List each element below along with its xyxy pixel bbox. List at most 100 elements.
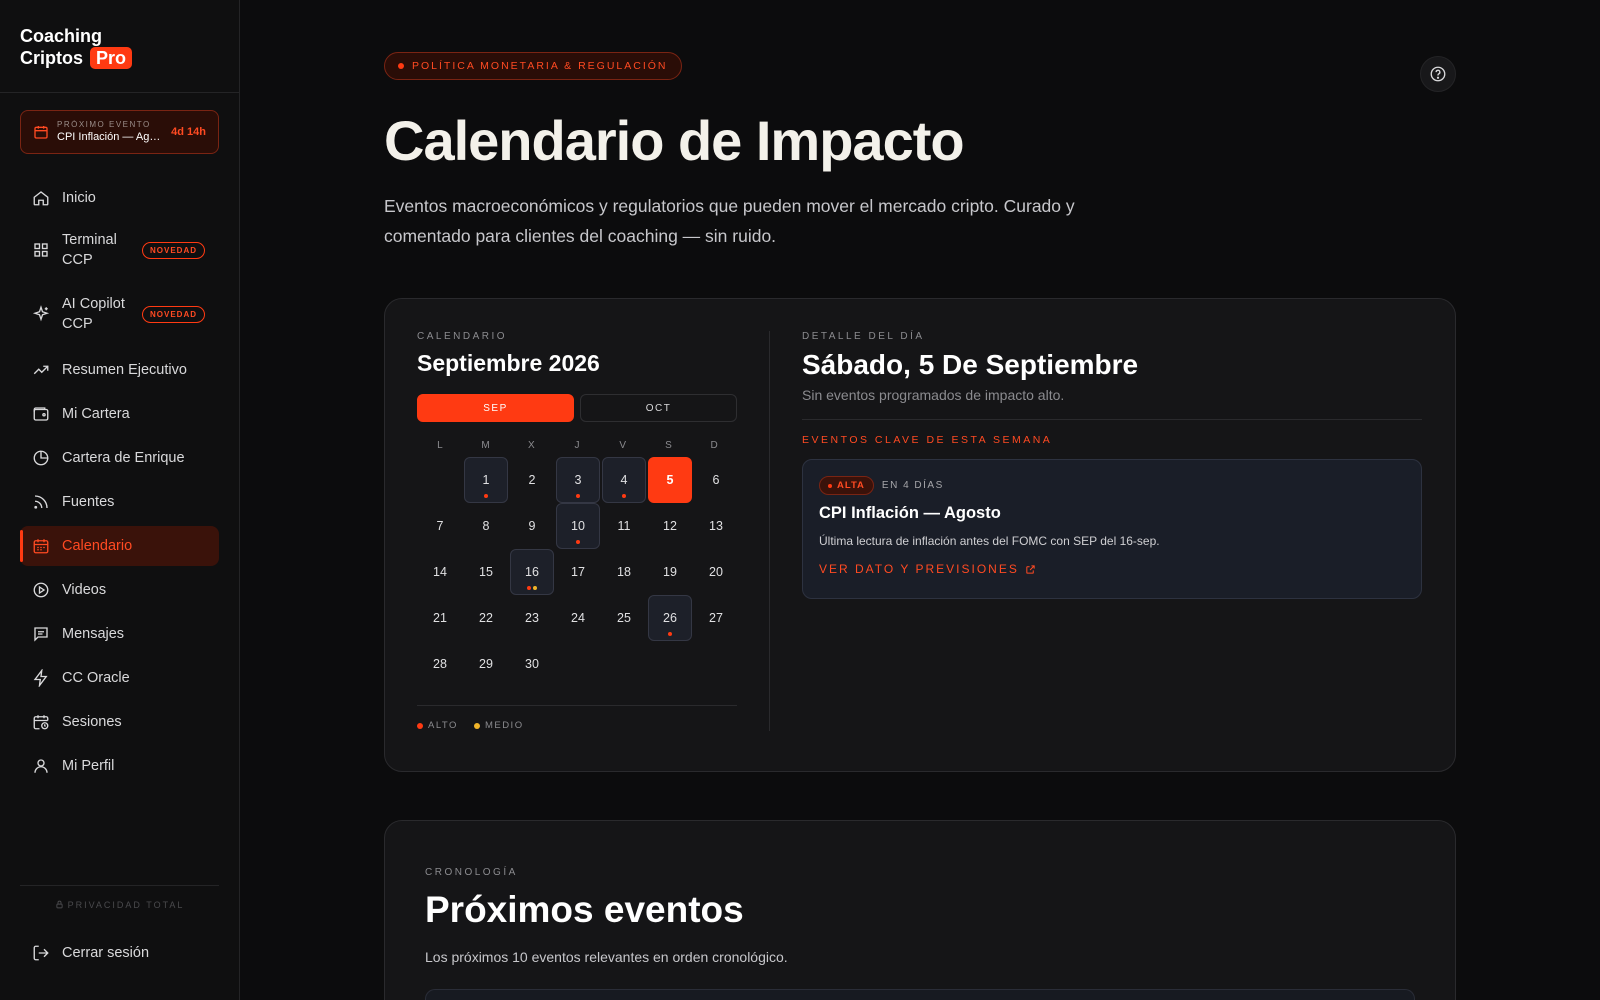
event-dots [557,494,599,498]
lock-icon [55,900,63,909]
weekday-label: L [437,440,443,451]
calendar-day-number: 9 [528,519,536,533]
calendar-day[interactable]: 12 [648,503,692,549]
calendar-day[interactable]: 29 [464,641,508,687]
category-pill: POLÍTICA MONETARIA & REGULACIÓN [384,52,682,80]
calendar-day[interactable]: 15 [464,549,508,595]
sidebar-item-label: AI Copilot CCP [62,296,125,332]
calendar-day[interactable]: 11 [602,503,646,549]
event-dots [465,494,507,498]
calendar-day-number: 16 [525,565,539,579]
message-icon [34,627,48,642]
sidebar-item-inicio[interactable]: Inicio [20,178,219,218]
grid-icon [34,243,48,257]
zap-icon [33,669,48,687]
play-circle-icon [33,582,49,598]
weekday-label: M [481,440,490,451]
logout-button[interactable]: Cerrar sesión [32,944,149,962]
sidebar-item-label: Cartera de Enrique [62,450,185,466]
calendar-day-number: 26 [663,611,677,625]
calendar-day[interactable]: 20 [694,549,738,595]
calendar-day[interactable]: 18 [602,549,646,595]
calendar-day-number: 14 [433,565,447,579]
legend-dot [473,722,480,729]
sidebar-item-terminal-ccp[interactable]: Terminal CCP NOVEDAD [20,222,219,278]
calendar-day[interactable]: 10 [556,503,600,549]
weekday-label: V [619,440,627,451]
event-title: CPI Inflación — Agosto [819,504,1001,522]
event-card[interactable]: ALTA EN 4 DÍAS CPI Inflación — Agosto Úl… [802,459,1422,599]
calendar-day[interactable]: 23 [510,595,554,641]
impact-label: ALTA [837,480,865,491]
next-event-countdown: 4d 14h [171,126,206,138]
calendar-day[interactable]: 1 [464,457,508,503]
next-event-name: CPI Inflación — Agosto [57,131,166,143]
calendar-card: CALENDARIO Septiembre 2026 SEP OCT L M X J V… [384,298,1456,772]
calendar-day[interactable]: 4 [602,457,646,503]
calendar-day-number: 1 [482,473,490,487]
tab-sep[interactable]: SEP [417,394,574,422]
calendar-day[interactable]: 21 [418,595,462,641]
detail-empty-message: Sin eventos programados de impacto alto. [802,387,1422,420]
calendar-day[interactable]: 19 [648,549,692,595]
sidebar-item-cc-oracle[interactable]: CC Oracle [20,658,219,698]
calendar-icon [34,126,48,139]
calendar-day[interactable]: 6 [694,457,738,503]
external-link-icon [1026,564,1035,574]
calendar-day-number: 18 [617,565,631,579]
calendar-day[interactable]: 14 [418,549,462,595]
tab-oct[interactable]: OCT [580,394,737,422]
sidebar-item-sesiones[interactable]: Sesiones [20,702,219,742]
sidebar-divider [0,92,239,93]
event-link[interactable]: VER DATO Y PREVISIONES [819,562,1405,576]
event-dots [603,494,645,498]
help-button[interactable] [1420,56,1456,92]
sidebar-item-mi-cartera[interactable]: Mi Cartera [20,394,219,434]
weekday-label: D [710,440,718,451]
upcoming-list [425,989,1415,1000]
calendar-day[interactable]: 24 [556,595,600,641]
calendar-day[interactable]: 25 [602,595,646,641]
sidebar-item-videos[interactable]: Videos [20,570,219,610]
calendar-day[interactable]: 8 [464,503,508,549]
calendar-day[interactable]: 26 [648,595,692,641]
calendar-day[interactable]: 7 [418,503,462,549]
brand-logo[interactable]: Coaching Criptos Pro [20,25,133,69]
calendar-day[interactable]: 22 [464,595,508,641]
calendar-day[interactable]: 30 [510,641,554,687]
calendar-day-number: 8 [482,519,490,533]
pro-badge: Pro [90,47,133,69]
sidebar-item-cartera-enrique[interactable]: Cartera de Enrique [20,438,219,478]
impact-dot [828,483,832,488]
calendar-day[interactable]: 27 [694,595,738,641]
sidebar-item-label: Sesiones [62,714,122,730]
legend-label: MEDIO [484,720,524,731]
logout-label: Cerrar sesión [62,945,150,961]
sidebar-item-resumen[interactable]: Resumen Ejecutivo [20,350,219,390]
sidebar-item-mensajes[interactable]: Mensajes [20,614,219,654]
calendar-day[interactable]: 16 [510,549,554,595]
new-badge: NOVEDAD [142,241,206,259]
calendar-day[interactable]: 2 [510,457,554,503]
brand-name-line1: Coaching [20,26,103,46]
calendar-day[interactable]: 17 [556,549,600,595]
sidebar-nav: Inicio Terminal CCP NOVEDAD AI Copilot C… [20,178,219,790]
calendar-day-number: 17 [571,565,585,579]
sidebar-item-fuentes[interactable]: Fuentes [20,482,219,522]
calendar-day[interactable]: 5 [648,457,692,503]
sidebar-item-label: Calendario [62,538,133,554]
calendar-day[interactable]: 28 [418,641,462,687]
calendar-day[interactable]: 9 [510,503,554,549]
sidebar-item-calendario[interactable]: Calendario [20,526,219,566]
next-event-card[interactable]: PRÓXIMO EVENTO CPI Inflación — Agosto 4d… [20,110,219,154]
wallet-icon [33,407,49,421]
sidebar-item-ai-copilot[interactable]: AI Copilot CCP NOVEDAD [20,286,219,342]
calendar-day[interactable]: 13 [694,503,738,549]
event-dot-medio [533,586,537,590]
calendar-day-number: 25 [617,611,631,625]
calendar-day-number: 27 [709,611,723,625]
sidebar-item-mi-perfil[interactable]: Mi Perfil [20,746,219,786]
detail-kicker: DETALLE DEL DÍA [802,331,925,342]
upcoming-title: Próximos eventos [425,889,744,930]
calendar-day[interactable]: 3 [556,457,600,503]
